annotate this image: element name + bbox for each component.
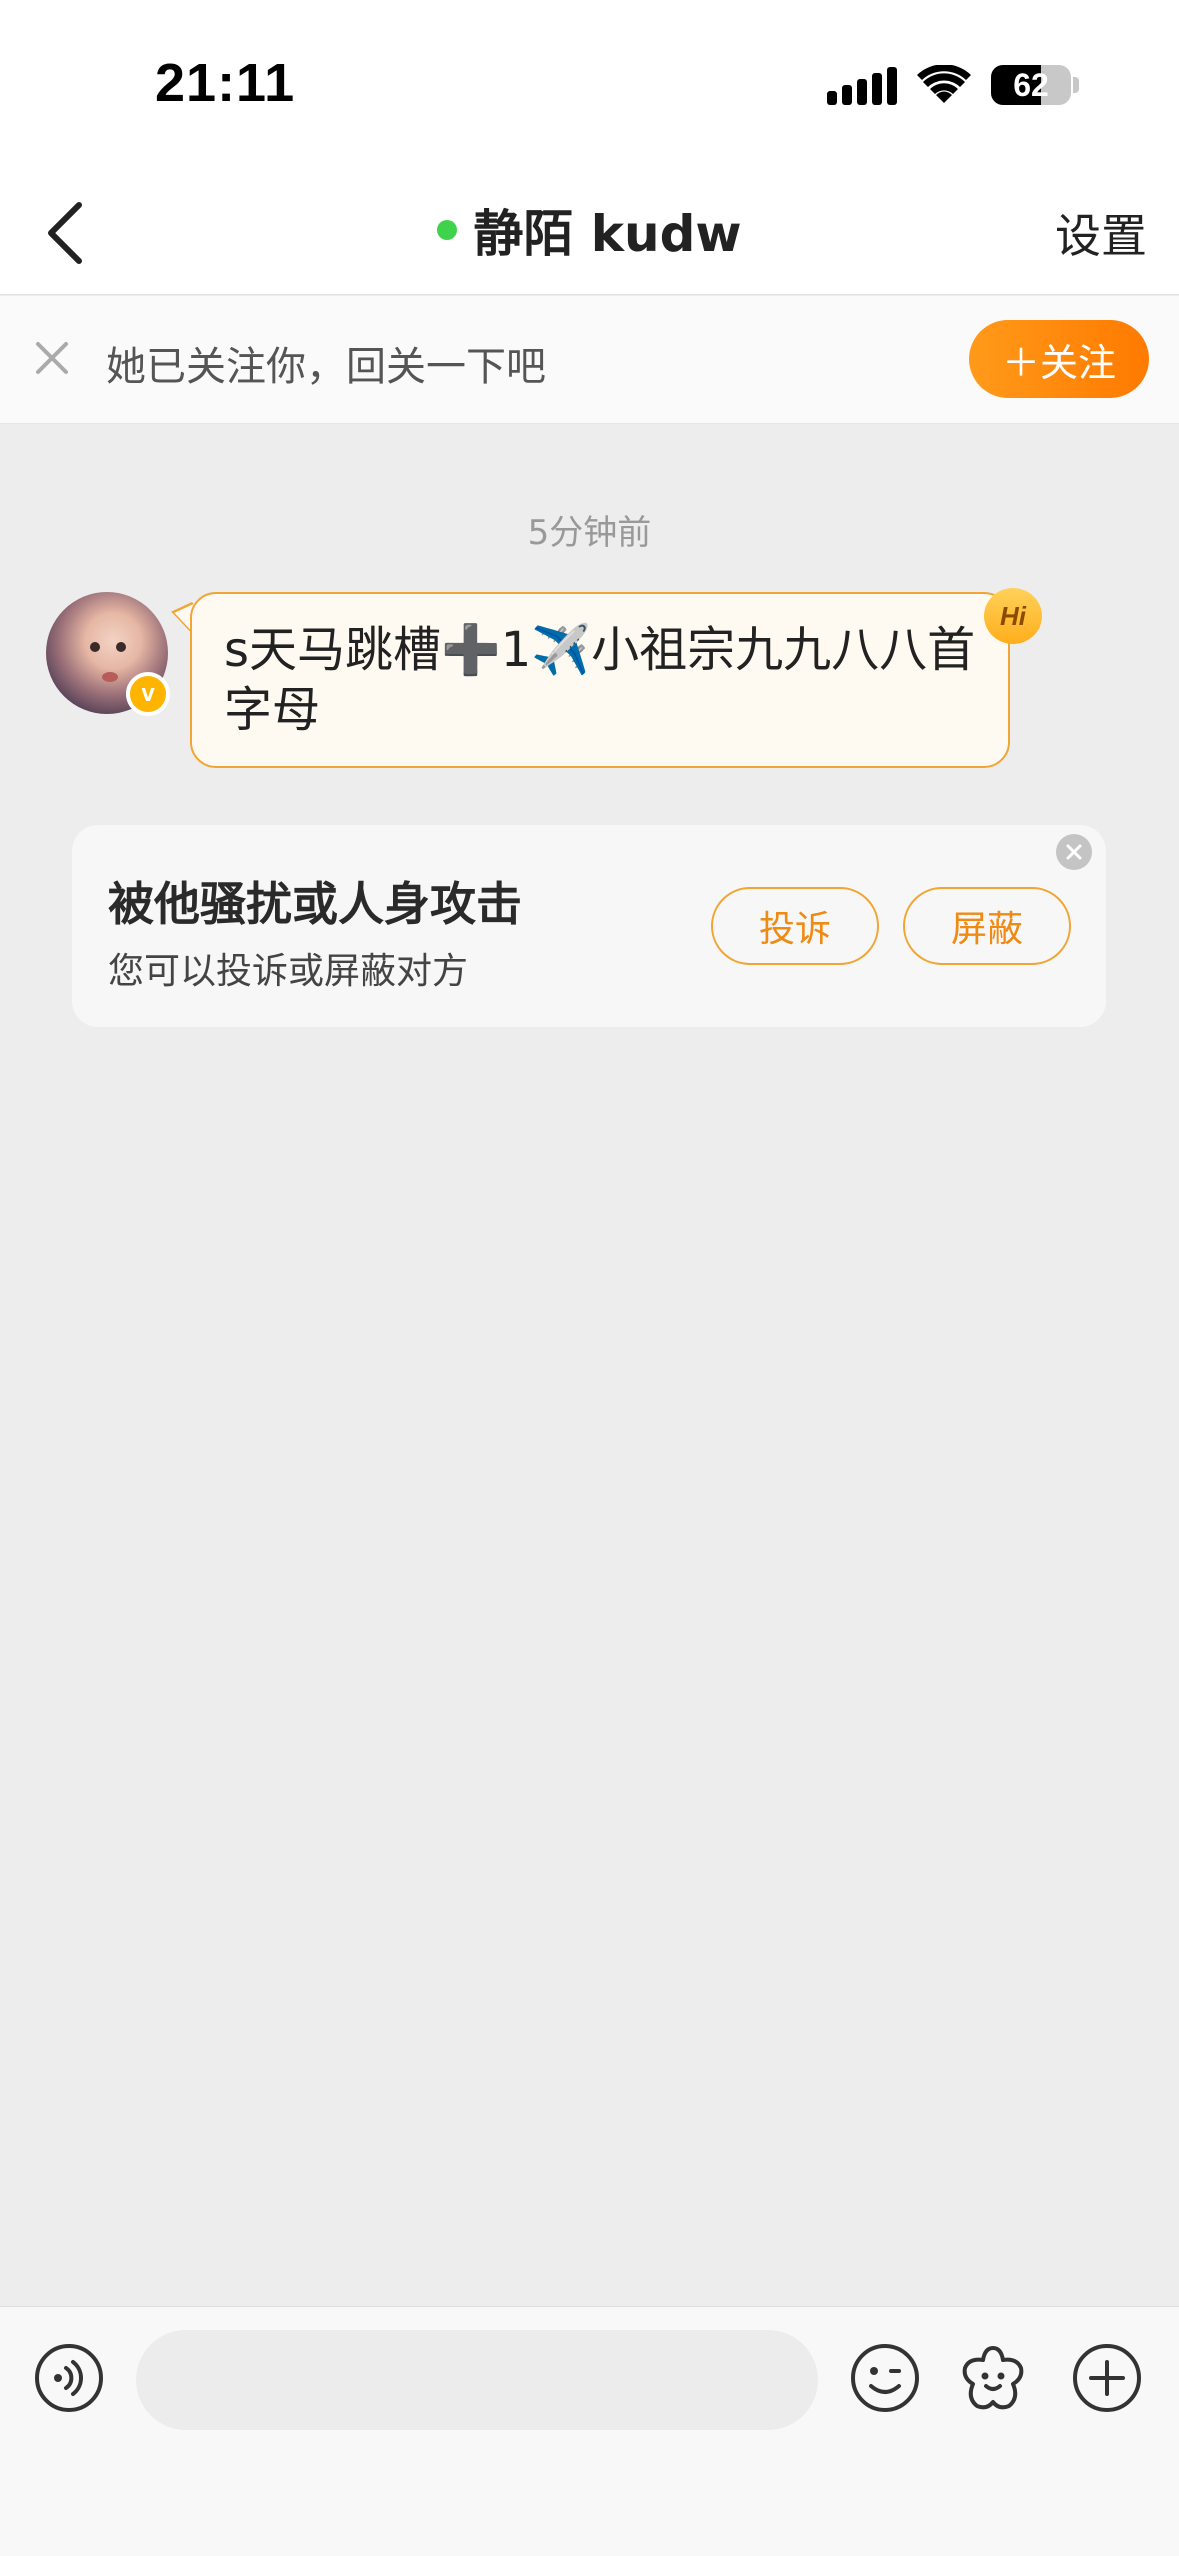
page-title: 静陌 kudw xyxy=(473,205,742,263)
block-button[interactable]: 屏蔽 xyxy=(903,887,1071,965)
voice-icon[interactable] xyxy=(33,2342,105,2414)
message-timestamp: 5分钟前 xyxy=(527,513,652,553)
title-wrap: 静陌 kudw xyxy=(0,194,1179,266)
avatar-eye xyxy=(90,642,100,652)
follow-prompt-text: 她已关注你，回关一下吧 xyxy=(106,344,546,390)
airplane-emoji: ✈️ xyxy=(531,622,592,678)
avatar-mouth xyxy=(102,672,118,682)
status-bar: 21:11 62 xyxy=(0,0,1179,170)
report-card-title: 被他骚扰或人身攻击 xyxy=(108,877,522,931)
status-time: 21:11 xyxy=(155,53,296,113)
settings-button[interactable]: 设置 xyxy=(1055,200,1147,266)
signal-icon xyxy=(827,65,897,105)
battery-icon: 62 xyxy=(991,65,1071,105)
message-text-part: s天马跳槽 xyxy=(224,622,442,678)
plus-circle-icon[interactable] xyxy=(1071,2342,1143,2414)
close-icon[interactable] xyxy=(32,338,72,378)
report-button[interactable]: 投诉 xyxy=(711,887,879,965)
report-card-subtitle: 您可以投诉或屏蔽对方 xyxy=(108,951,469,992)
status-icons: 62 xyxy=(827,60,1079,110)
online-status-dot xyxy=(437,220,458,240)
battery-percent: 62 xyxy=(1013,66,1049,103)
close-circle-icon[interactable] xyxy=(1056,834,1092,870)
follow-button[interactable]: ＋关注 xyxy=(969,320,1149,398)
chat-header: 静陌 kudw 设置 xyxy=(0,170,1179,295)
follow-banner: 她已关注你，回关一下吧 ＋关注 xyxy=(0,296,1179,424)
wifi-icon xyxy=(917,65,971,103)
emoji-icon[interactable] xyxy=(849,2342,921,2414)
avatar-eye xyxy=(116,642,126,652)
verified-badge: v xyxy=(126,672,170,716)
hi-badge: Hi xyxy=(984,588,1042,644)
battery-nub xyxy=(1073,77,1079,93)
message-text-part: 1 xyxy=(500,622,532,678)
message-bubble[interactable]: s天马跳槽➕1✈️小祖宗九九八八首字母 xyxy=(190,592,1010,768)
sticker-icon[interactable] xyxy=(957,2342,1029,2414)
plus-emoji: ➕ xyxy=(441,622,501,678)
message-input[interactable] xyxy=(136,2330,818,2430)
